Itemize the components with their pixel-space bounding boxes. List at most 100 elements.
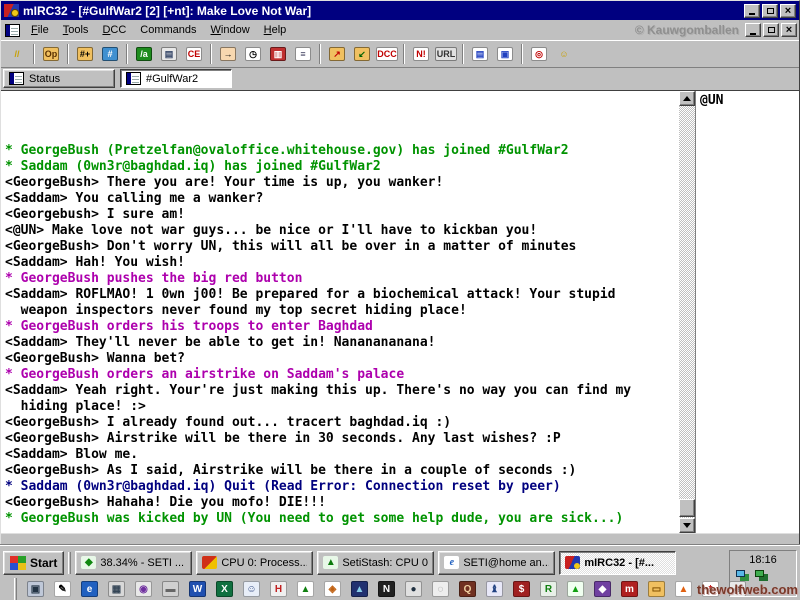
send-file-icon[interactable]: ↗ — [326, 44, 348, 64]
seti-tree-icon[interactable]: ▲ — [567, 581, 584, 597]
chat-line: hiding place! :> — [5, 399, 677, 415]
chat-line: <Saddam> They'll never be able to get in… — [5, 335, 677, 351]
channels-folder-icon[interactable]: #+ — [74, 44, 96, 64]
menu-commands[interactable]: Commands — [133, 21, 203, 39]
menu-file[interactable]: File — [24, 21, 56, 39]
finger-icon[interactable]: → — [217, 44, 239, 64]
wcpuid-task-icon — [202, 556, 217, 569]
task-cpu0[interactable]: CPU 0: Process... — [196, 551, 313, 575]
timer-icon[interactable]: ◷ — [242, 44, 264, 64]
chat-line: <GeorgeBush> Airstrike will be there in … — [5, 431, 677, 447]
quicklaunch-handle[interactable] — [14, 578, 17, 600]
get-file-icon[interactable]: ↙ — [351, 44, 373, 64]
aliases-icon[interactable]: /a — [133, 44, 155, 64]
toolbar-group: ▤▣ — [469, 44, 516, 64]
connect-icon[interactable]: // — [6, 44, 28, 64]
menu-dcc[interactable]: DCC — [95, 21, 133, 39]
calculator-icon[interactable]: ▦ — [108, 581, 125, 597]
chat-text-area: * GeorgeBush (Pretzelfan@ovaloffice.whit… — [1, 91, 679, 533]
floppy-icon[interactable]: H — [270, 581, 287, 597]
timer-icon-glyph: ◷ — [245, 47, 261, 61]
red-bag-icon[interactable]: $ — [513, 581, 530, 597]
ie-task-icon — [444, 556, 459, 569]
folder-icon[interactable]: ▭ — [648, 581, 665, 597]
cascade-windows-icon[interactable]: ▣ — [494, 44, 516, 64]
chess-icon[interactable]: ♝ — [486, 581, 503, 597]
menu-tools[interactable]: Tools — [56, 21, 96, 39]
title-bar: mIRC32 - [#GulfWar2 [2] [+nt]: Make Love… — [1, 1, 799, 20]
chat-line: <GeorgeBush> As I said, Airstrike will b… — [5, 463, 677, 479]
close-button[interactable]: × — [780, 4, 796, 18]
computers-tray-icon[interactable] — [755, 570, 764, 577]
arrow-up-icon[interactable]: ▲ — [297, 581, 314, 597]
url-list-icon[interactable]: URL — [435, 44, 457, 64]
quake-icon[interactable]: Q — [459, 581, 476, 597]
chat-line: <@UN> Make love not war guys... be nice … — [5, 223, 677, 239]
chart-icon[interactable]: ▲ — [351, 581, 368, 597]
minimize-button[interactable] — [744, 4, 760, 18]
recycle-bin-icon[interactable]: R — [540, 581, 557, 597]
bowling-ball-icon[interactable]: ● — [405, 581, 422, 597]
child-minimize-button[interactable] — [745, 23, 761, 37]
excel-icon[interactable]: X — [216, 581, 233, 597]
media-wheel-icon[interactable]: ◉ — [135, 581, 152, 597]
ie-icon[interactable]: e — [81, 581, 98, 597]
chat-scrollbar[interactable] — [679, 91, 695, 533]
menu-help[interactable]: Help — [257, 21, 294, 39]
tab-status[interactable]: Status — [3, 69, 115, 88]
notepad-icon[interactable]: ≡ — [292, 44, 314, 64]
options-icon-glyph: Op — [43, 47, 60, 61]
flame-icon[interactable]: ▲ — [675, 581, 692, 597]
child-close-button[interactable]: × — [781, 23, 797, 37]
gamepad-icon[interactable]: ◆ — [594, 581, 611, 597]
task-setistash[interactable]: SetiStash: CPU 0 — [317, 551, 434, 575]
mirc-small-icon[interactable]: m — [621, 581, 638, 597]
channel-list-icon[interactable]: # — [99, 44, 121, 64]
write-icon[interactable]: ✎ — [54, 581, 71, 597]
task-label: mIRC32 - [#... — [584, 557, 654, 569]
mirc-app-icon[interactable] — [4, 4, 19, 17]
address-book-icon[interactable]: ▥ — [267, 44, 289, 64]
task-seti-percent[interactable]: 38.34% - SETI ... — [75, 551, 192, 575]
user-icon[interactable]: ☺ — [243, 581, 260, 597]
chip-icon[interactable]: ▬ — [162, 581, 179, 597]
scroll-up-button[interactable] — [679, 91, 695, 106]
mirc-window: mIRC32 - [#GulfWar2 [2] [+nt]: Make Love… — [0, 0, 800, 545]
taskbar-divider — [68, 552, 71, 574]
chat-line: <Saddam> ROFLMAO! 1 0wn j00! Be prepared… — [5, 287, 677, 303]
chat-line: <Saddam> Hah! You wish! — [5, 255, 677, 271]
scroll-thumb[interactable] — [679, 499, 695, 517]
word-icon[interactable]: W — [189, 581, 206, 597]
options-icon[interactable]: Op — [40, 44, 62, 64]
task-seti-home[interactable]: SETI@home an... — [438, 551, 555, 575]
toolbar-group: N!URL — [410, 44, 457, 64]
get-file-icon-glyph: ↙ — [354, 47, 370, 61]
popups-icon[interactable]: ▤ — [158, 44, 180, 64]
chat-line: * Saddam (0wn3r@baghdad.iq) has joined #… — [5, 159, 677, 175]
toolbar-separator — [319, 44, 321, 64]
nick-item[interactable]: @UN — [700, 93, 795, 108]
scroll-down-button[interactable] — [679, 518, 695, 533]
my-computer-icon[interactable]: ▣ — [27, 581, 44, 597]
dcc-options-icon[interactable]: DCC — [376, 44, 398, 64]
butterfly-icon[interactable]: ◈ — [324, 581, 341, 597]
notepad-icon-glyph: ≡ — [295, 47, 311, 61]
netscape-icon[interactable]: N — [378, 581, 395, 597]
start-button[interactable]: Start — [3, 551, 64, 575]
tab-gulfwar2[interactable]: #GulfWar2 — [120, 69, 232, 88]
seti-gem-task-icon — [81, 556, 96, 569]
toolbar-group: // — [6, 44, 28, 64]
about-icon[interactable]: ☺ — [553, 44, 575, 64]
toolbar-group: ◎☺ — [528, 44, 575, 64]
restore-button[interactable] — [762, 4, 778, 18]
cd-icon[interactable]: ◌ — [432, 581, 449, 597]
help-icon[interactable]: ◎ — [528, 44, 550, 64]
network-tray-icon[interactable] — [736, 570, 745, 577]
notify-list-icon[interactable]: N! — [410, 44, 432, 64]
remote-icon[interactable]: CE — [183, 44, 205, 64]
child-restore-button[interactable] — [763, 23, 779, 37]
menu-window[interactable]: Window — [204, 21, 257, 39]
tile-windows-icon[interactable]: ▤ — [469, 44, 491, 64]
channel-window-icon[interactable] — [5, 24, 20, 37]
task-mirc32[interactable]: mIRC32 - [#... — [559, 551, 676, 575]
